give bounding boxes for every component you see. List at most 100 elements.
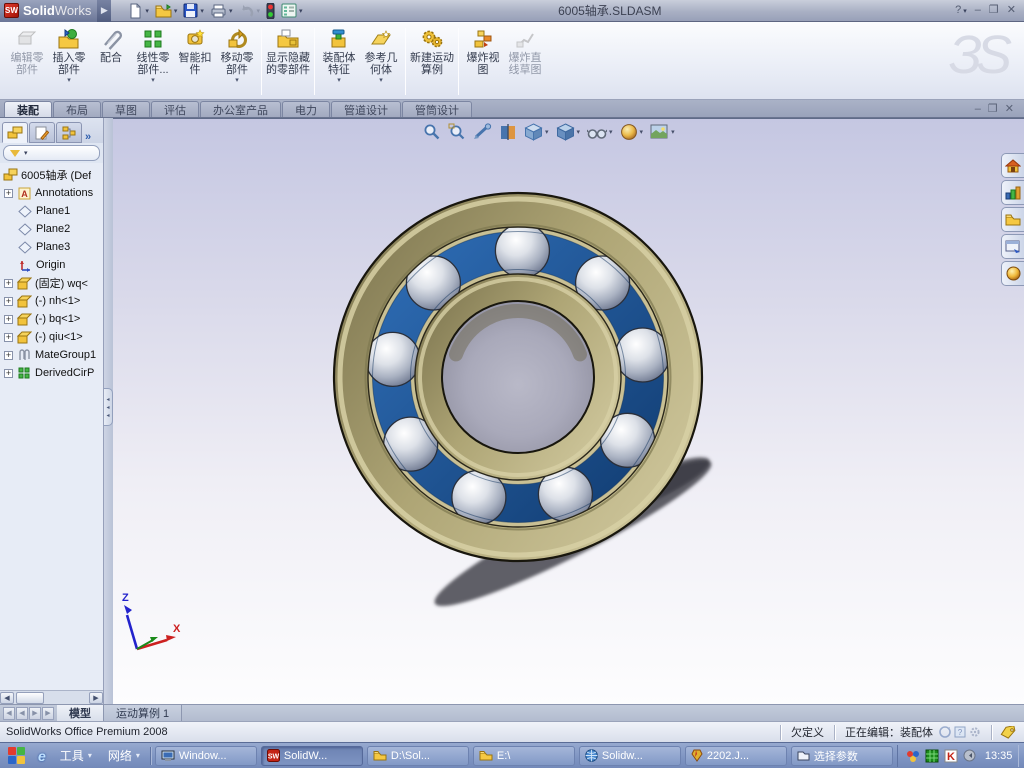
restore-button[interactable]: ❐ [989, 5, 999, 16]
file-explorer-tab[interactable] [1001, 207, 1024, 232]
tree-item-plane2[interactable]: Plane2 [2, 220, 103, 238]
tab-tubing[interactable]: 管筒设计 [402, 101, 472, 117]
propertymanager-tab[interactable] [29, 122, 55, 143]
undo-button[interactable] [236, 2, 262, 20]
menu-expand-arrow[interactable]: ▶ [97, 0, 112, 22]
network-grid-tray-icon[interactable] [925, 749, 939, 763]
scroll-left-button[interactable]: ◀ [0, 691, 14, 704]
help-tips-icon[interactable]: ? [954, 726, 966, 738]
move-component-dropdown[interactable]: ▾ [235, 77, 239, 85]
motion-study-tab[interactable]: 运动算例 1 [104, 705, 183, 721]
panel-splitter[interactable]: ◂ ◂ ◂ [104, 118, 113, 704]
doc-minimize-button[interactable]: – [975, 103, 981, 115]
doc-close-button[interactable]: ✕ [1005, 102, 1014, 115]
new-motion-study-button[interactable]: 新建运动算例 [409, 24, 455, 99]
tree-item-part-nh[interactable]: (-) nh<1> [2, 292, 103, 310]
taskbar-button-2202[interactable]: 2202.J... [684, 745, 787, 766]
bearing-model[interactable] [332, 191, 704, 563]
tree-item-origin[interactable]: Origin [2, 256, 103, 274]
tools-toolbar-menu[interactable]: 工具 [54, 747, 98, 764]
open-document-button[interactable] [153, 2, 180, 20]
tab-office-products[interactable]: 办公室产品 [200, 101, 281, 117]
more-panel-tabs-chevron[interactable]: » [85, 131, 91, 143]
bearing-model-canvas[interactable]: Z X [113, 119, 1024, 704]
mate-button[interactable]: 配合 [90, 24, 132, 99]
last-tab-button[interactable]: ▶ [42, 706, 54, 720]
edit-component-button[interactable]: 编辑零部件 [6, 24, 48, 99]
taskbar-button-solidworks[interactable]: SW SolidW... [260, 745, 363, 766]
previous-tab-button[interactable]: ◀ [16, 706, 28, 720]
show-hidden-components-button[interactable]: 显示隐藏的零部件 [265, 24, 311, 99]
taskbar-button-d-folder[interactable]: D:\Sol... [366, 745, 469, 766]
first-tab-button[interactable]: ◀ [3, 706, 15, 720]
assembly-features-button[interactable]: 装配体特征 ▾ [318, 24, 360, 99]
print-button[interactable] [208, 2, 235, 20]
tab-layout[interactable]: 布局 [53, 101, 101, 117]
quick-tips-icon[interactable] [939, 726, 951, 738]
linear-component-pattern-button[interactable]: 线性零部件... ▾ [132, 24, 174, 99]
scroll-right-button[interactable]: ▶ [89, 691, 103, 704]
expand-toggle[interactable] [4, 350, 13, 360]
tree-horizontal-scrollbar[interactable]: ◀ ▶ [0, 690, 103, 704]
tree-item-derived-pattern[interactable]: DerivedCirP [2, 364, 103, 382]
tab-piping[interactable]: 管道设计 [331, 101, 401, 117]
solidworks-resources-tab[interactable] [1001, 153, 1024, 178]
linear-pattern-dropdown[interactable]: ▾ [151, 77, 155, 85]
insert-component-button[interactable]: 插入零部件 ▾ [48, 24, 90, 99]
rebuild-button[interactable] [264, 2, 277, 20]
start-button[interactable] [8, 746, 26, 765]
expand-toggle[interactable] [4, 368, 13, 378]
tree-item-part-bq[interactable]: (-) bq<1> [2, 310, 103, 328]
view-palette-tab[interactable] [1001, 234, 1024, 259]
new-document-button[interactable] [125, 2, 151, 20]
insert-component-dropdown[interactable]: ▾ [67, 77, 71, 85]
appearances-tab[interactable] [1001, 261, 1024, 286]
tree-item-plane3[interactable]: Plane3 [2, 238, 103, 256]
network-toolbar-menu[interactable]: 网络 [102, 747, 146, 764]
filter-dropdown-arrow[interactable]: ▾ [24, 149, 28, 157]
next-tab-button[interactable]: ▶ [29, 706, 41, 720]
taskbar-button-window[interactable]: Window... [154, 745, 257, 766]
tree-item-part-qiu[interactable]: (-) qiu<1> [2, 328, 103, 346]
tab-sketch[interactable]: 草图 [102, 101, 150, 117]
tree-item-mategroup[interactable]: MateGroup1 [2, 346, 103, 364]
explode-line-sketch-button[interactable]: 爆炸直线草图 [504, 24, 546, 99]
tab-assembly[interactable]: 装配 [4, 101, 52, 117]
doc-restore-button[interactable]: ❐ [988, 102, 998, 115]
expand-toggle[interactable] [4, 314, 13, 324]
internet-explorer-quicklaunch-icon[interactable]: e [38, 748, 46, 764]
assembly-features-dropdown[interactable]: ▾ [337, 77, 341, 85]
configurationmanager-tab[interactable] [56, 122, 82, 143]
exploded-view-button[interactable]: 爆炸视图 [462, 24, 504, 99]
tab-evaluate[interactable]: 评估 [151, 101, 199, 117]
taskbar-button-select-params[interactable]: 选择参数 [790, 745, 893, 766]
help-button[interactable]: ? [955, 5, 967, 16]
featuremanager-tree-tab[interactable] [2, 122, 28, 143]
app-tray-icon[interactable] [906, 749, 920, 763]
volume-tray-icon[interactable] [963, 749, 977, 762]
kaspersky-tray-icon[interactable]: K [944, 749, 958, 763]
reference-geometry-button[interactable]: 参考几何体 ▾ [360, 24, 402, 99]
tree-root-item[interactable]: 6005轴承 (Def [2, 166, 103, 184]
smart-fasteners-button[interactable]: 智能扣件 [174, 24, 216, 99]
tree-item-annotations[interactable]: A Annotations [2, 184, 103, 202]
reference-geometry-dropdown[interactable]: ▾ [379, 77, 383, 85]
taskbar-button-browser[interactable]: Solidw... [578, 745, 681, 766]
minimize-button[interactable]: – [975, 5, 981, 16]
scrollbar-thumb[interactable] [16, 691, 44, 704]
tree-item-plane1[interactable]: Plane1 [2, 202, 103, 220]
graphics-viewport[interactable]: Z X [113, 118, 1024, 704]
expand-toggle[interactable] [4, 278, 13, 288]
taskbar-button-e-folder[interactable]: E:\ [472, 745, 575, 766]
save-button[interactable] [181, 2, 206, 20]
close-button[interactable]: ✕ [1007, 5, 1016, 16]
model-tab[interactable]: 模型 [57, 705, 104, 721]
gear-icon[interactable] [969, 726, 981, 738]
tag-icon[interactable] [1000, 725, 1016, 739]
expand-toggle[interactable] [4, 296, 13, 306]
tree-item-part-wq[interactable]: (固定) wq< [2, 274, 103, 292]
expand-toggle[interactable] [4, 332, 13, 342]
expand-toggle[interactable] [4, 188, 13, 198]
tree-filter-button[interactable]: ▾ [3, 145, 100, 161]
options-button[interactable] [279, 2, 305, 20]
